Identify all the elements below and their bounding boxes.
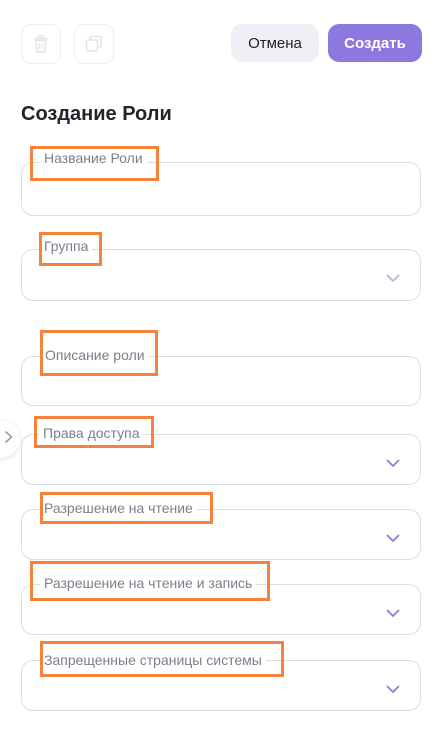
trash-icon bbox=[33, 35, 49, 53]
copy-button[interactable] bbox=[74, 24, 114, 64]
chevron-down-icon bbox=[386, 605, 400, 623]
copy-icon bbox=[85, 35, 103, 53]
highlight-box bbox=[40, 330, 158, 376]
highlight-box bbox=[40, 492, 213, 524]
highlight-box bbox=[30, 561, 270, 601]
chevron-down-icon bbox=[386, 681, 400, 699]
highlight-box bbox=[30, 146, 159, 181]
page-title: Создание Роли bbox=[21, 103, 172, 125]
chevron-down-icon bbox=[386, 455, 400, 473]
chevron-down-icon bbox=[386, 530, 400, 548]
cancel-button[interactable]: Отмена bbox=[231, 24, 319, 62]
highlight-box bbox=[40, 641, 284, 677]
highlight-box bbox=[34, 416, 154, 448]
side-panel-toggle[interactable] bbox=[0, 420, 20, 458]
create-role-panel: Отмена Создать Создание Роли Название Ро… bbox=[0, 0, 438, 741]
highlight-box bbox=[39, 232, 102, 266]
create-button[interactable]: Создать bbox=[328, 24, 422, 62]
delete-button[interactable] bbox=[21, 24, 61, 64]
chevron-down-icon bbox=[386, 270, 400, 288]
chevron-right-icon bbox=[4, 430, 14, 449]
